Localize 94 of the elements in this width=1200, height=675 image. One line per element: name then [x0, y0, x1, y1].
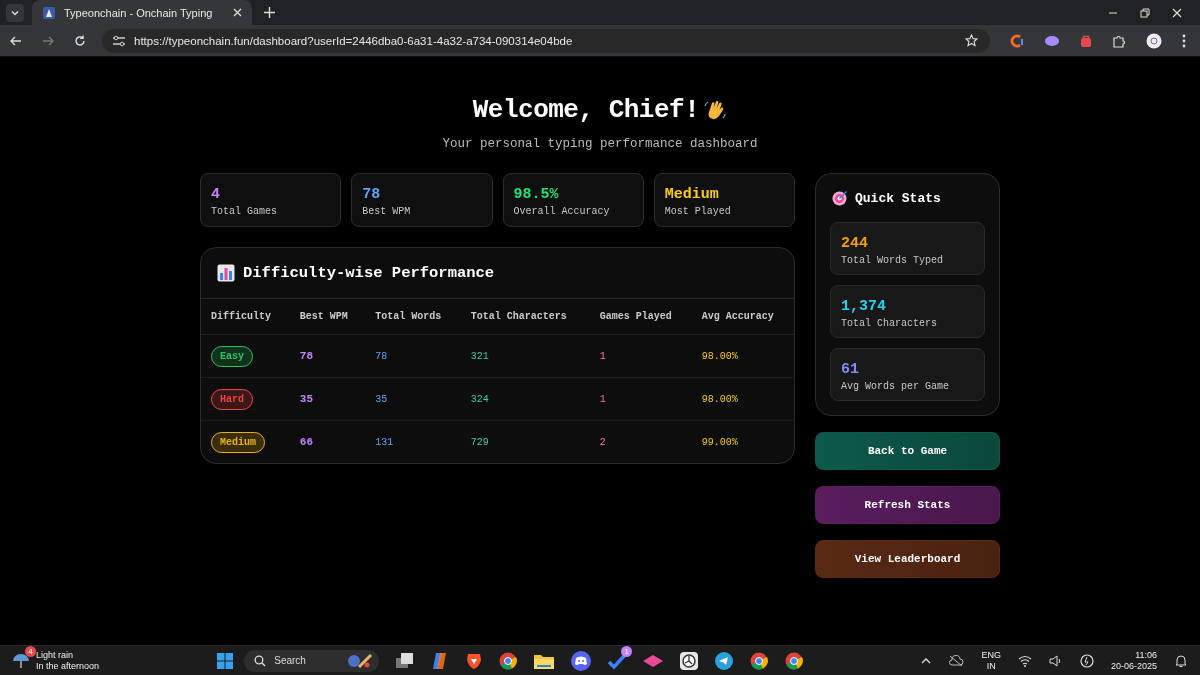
panel-title: Difficulty-wise Performance: [243, 264, 495, 282]
page-subtitle: Your personal typing performance dashboard: [442, 137, 758, 151]
close-icon[interactable]: [1172, 7, 1182, 18]
table-cell: 131: [375, 436, 394, 448]
column-header: Avg Accuracy: [701, 311, 774, 322]
table-cell: 78: [375, 350, 388, 362]
chrome-icon[interactable]: [499, 651, 518, 670]
weather-subtitle: In the afternoon: [36, 660, 100, 672]
paper-plane-icon[interactable]: [715, 651, 734, 670]
language-indicator[interactable]: ENG: [981, 649, 1001, 661]
tab-title: Typeonchain - Onchain Typing: [64, 6, 214, 19]
difficulty-badge: Easy: [211, 345, 253, 367]
clock-time[interactable]: 11:06: [1135, 649, 1157, 661]
tab-list-button[interactable]: [6, 3, 24, 22]
table-cell: 1: [599, 393, 606, 405]
stat-value: Medium: [664, 186, 719, 203]
waving-hand-icon: [703, 98, 728, 122]
page-title: Welcome, Chief!: [472, 95, 700, 125]
table-cell: 324: [470, 393, 489, 405]
table-cell: 321: [470, 350, 489, 362]
table-cell: 729: [470, 436, 489, 448]
notification-badge: 4: [25, 645, 36, 657]
table-cell: 35: [375, 393, 388, 405]
stat-value: 1,374: [841, 298, 886, 315]
column-header: Total Characters: [470, 311, 567, 322]
action-button[interactable]: Refresh Stats: [815, 486, 1000, 524]
table-cell: 98.00%: [701, 393, 738, 405]
speaker-icon[interactable]: [1048, 654, 1063, 667]
taskbar-search-field[interactable]: Search: [244, 649, 380, 672]
stat-label: Best WPM: [362, 206, 411, 217]
chrome-icon[interactable]: [750, 651, 769, 670]
notification-badge: 1: [621, 645, 633, 657]
action-button[interactable]: View Leaderboard: [815, 540, 1000, 578]
extension-icon[interactable]: [1080, 33, 1092, 48]
difficulty-badge: Hard: [211, 388, 253, 410]
table-cell: 66: [299, 436, 314, 448]
clock-date[interactable]: 20-06-2025: [1110, 660, 1157, 672]
site-icon: [42, 5, 56, 20]
column-header: Difficulty: [211, 311, 271, 322]
table-cell: 1: [599, 350, 606, 362]
column-header: Best WPM: [299, 311, 348, 322]
stat-value: 61: [841, 361, 859, 378]
table-cell: 99.00%: [701, 436, 738, 448]
table-cell: 98.00%: [701, 350, 738, 362]
column-header: Total Words: [375, 311, 442, 322]
notification-bell-icon[interactable]: [1174, 653, 1188, 668]
puzzle-icon[interactable]: [1112, 33, 1126, 48]
target-icon: [832, 190, 848, 206]
close-icon[interactable]: [233, 8, 242, 17]
weather-title: Light rain: [36, 649, 75, 661]
chevron-up-icon[interactable]: [921, 656, 932, 665]
game-controller-icon[interactable]: [571, 650, 592, 671]
panel-title: Quick Stats: [855, 190, 941, 206]
stat-label: Total Words Typed: [841, 255, 944, 266]
table-cell: 78: [299, 350, 314, 362]
difficulty-badge: Medium: [211, 431, 265, 453]
task-view-icon[interactable]: [396, 652, 415, 669]
cloud-off-icon[interactable]: [948, 654, 965, 667]
region-indicator[interactable]: IN: [986, 660, 996, 672]
clock-icon[interactable]: [680, 651, 699, 670]
table-cell: 2: [599, 436, 606, 448]
address-field[interactable]: https://typeonchain.fun/dashboard?userId=2446dba0-6a31-4a32-a734-090314e04bde: [102, 28, 990, 53]
stat-label: Total Games: [211, 206, 277, 217]
new-tab-icon[interactable]: [264, 7, 275, 18]
browser-tab[interactable]: Typeonchain - Onchain Typing: [32, 0, 252, 25]
profile-avatar-icon[interactable]: [1146, 32, 1162, 49]
action-button[interactable]: Back to Game: [815, 432, 1000, 470]
bookmark-star-icon[interactable]: [965, 34, 978, 47]
folder-icon[interactable]: [534, 652, 555, 669]
column-header: Games Played: [599, 311, 672, 322]
search-icon: [254, 654, 267, 667]
stat-label: Total Characters: [841, 318, 937, 329]
back-icon[interactable]: [10, 34, 22, 47]
extension-icon[interactable]: [1044, 34, 1060, 47]
menu-icon[interactable]: [1182, 33, 1186, 48]
wifi-icon[interactable]: [1017, 654, 1032, 667]
stat-label: Overall Accuracy: [513, 206, 610, 217]
chrome-icon[interactable]: [785, 651, 804, 670]
table-cell: 35: [299, 393, 314, 405]
restore-icon[interactable]: [1140, 7, 1150, 18]
stat-value: 244: [841, 235, 868, 252]
stat-label: Avg Words per Game: [841, 381, 950, 392]
extension-icon[interactable]: [1010, 33, 1024, 48]
start-icon[interactable]: [217, 652, 234, 669]
stat-value: 98.5%: [513, 186, 559, 203]
forward-icon[interactable]: [42, 34, 54, 47]
stat-value: 78: [362, 186, 381, 203]
reload-icon[interactable]: [74, 34, 86, 47]
site-settings-icon[interactable]: [112, 34, 126, 47]
bar-chart-icon: [217, 264, 235, 282]
stat-label: Most Played: [664, 206, 731, 217]
battery-icon[interactable]: [1079, 653, 1094, 668]
umbrella-icon: [12, 651, 30, 670]
stat-value: 4: [211, 186, 220, 203]
